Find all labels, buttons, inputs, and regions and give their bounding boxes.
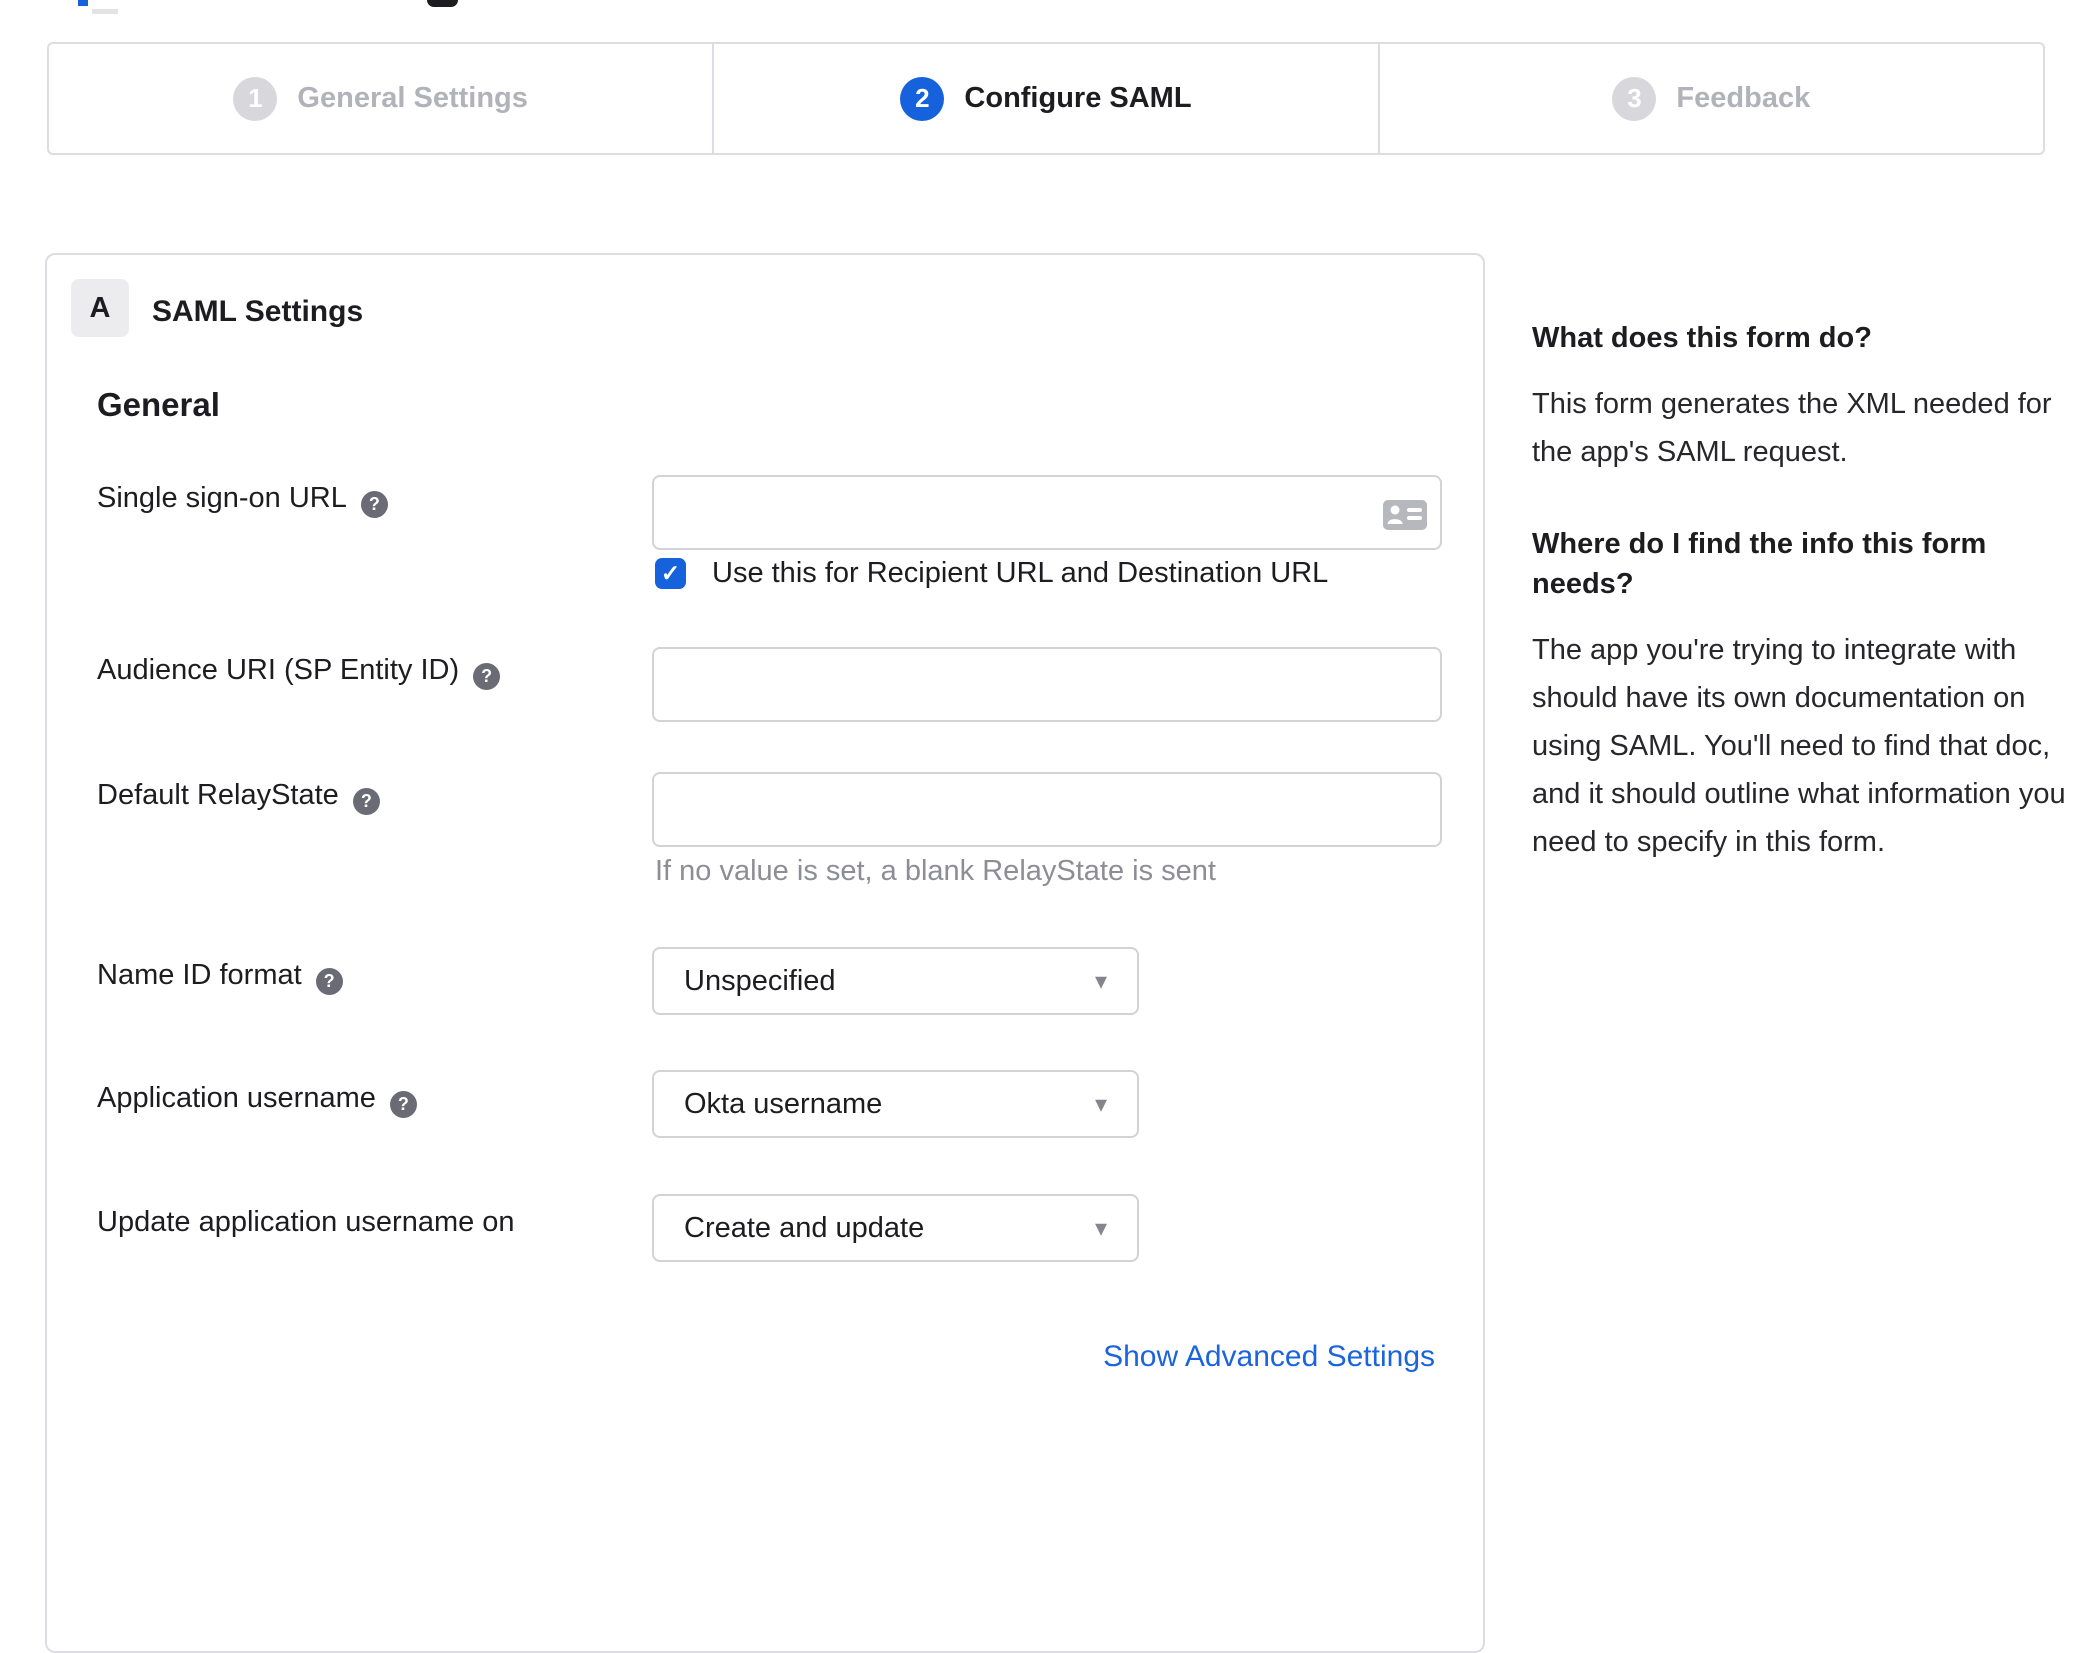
select-value: Unspecified [684, 964, 836, 997]
default-relaystate-label: Default RelayState? [97, 779, 380, 815]
relaystate-hint: If no value is set, a blank RelayState i… [655, 855, 1216, 887]
sidebar-heading-where: Where do I find the info this form needs… [1532, 528, 1987, 600]
help-icon[interactable]: ? [360, 491, 388, 518]
checkmark-icon: ✓ [660, 560, 681, 586]
name-id-format-label: Name ID format? [97, 959, 343, 995]
update-application-username-select[interactable]: Create and update ▾ [652, 1194, 1139, 1262]
audience-uri-input[interactable] [652, 647, 1442, 722]
field-label-text: Update application username on [97, 1206, 515, 1238]
field-label-text: Name ID format [97, 959, 302, 991]
sidebar-heading-what: What does this form do? [1532, 322, 1872, 354]
step-number-badge: 3 [1612, 76, 1657, 121]
step-label: General Settings [297, 82, 528, 114]
step-general-settings[interactable]: 1 General Settings [49, 44, 712, 153]
recipient-url-checkbox-label: Use this for Recipient URL and Destinati… [712, 557, 1329, 589]
name-id-format-select[interactable]: Unspecified ▾ [652, 947, 1139, 1015]
group-heading-general: General [97, 386, 220, 423]
update-application-username-label: Update application username on [97, 1206, 515, 1239]
help-icon[interactable]: ? [473, 663, 501, 690]
help-icon[interactable]: ? [389, 1091, 417, 1118]
step-number-badge: 2 [900, 76, 945, 121]
saml-settings-card: A SAML Settings General Single sign-on U… [45, 253, 1485, 1653]
field-label-text: Audience URI (SP Entity ID) [97, 654, 460, 686]
default-relaystate-input[interactable] [652, 772, 1442, 847]
help-icon[interactable]: ? [315, 968, 343, 995]
audience-uri-label: Audience URI (SP Entity ID)? [97, 654, 501, 690]
step-label: Configure SAML [964, 82, 1192, 114]
field-label-text: Single sign-on URL [97, 482, 347, 514]
help-icon[interactable]: ? [352, 788, 380, 815]
step-feedback[interactable]: 3 Feedback [1377, 44, 2043, 153]
step-label: Feedback [1676, 82, 1811, 114]
cutoff-logo-fragment [427, 0, 458, 7]
chevron-down-icon: ▾ [1094, 967, 1107, 995]
step-configure-saml[interactable]: 2 Configure SAML [712, 44, 1377, 153]
chevron-down-icon: ▾ [1094, 1214, 1107, 1242]
application-username-label: Application username? [97, 1082, 417, 1118]
show-advanced-settings-link[interactable]: Show Advanced Settings [1103, 1340, 1435, 1374]
section-title: SAML Settings [152, 295, 364, 328]
single-sign-on-url-label: Single sign-on URL? [97, 482, 388, 518]
application-username-select[interactable]: Okta username ▾ [652, 1070, 1139, 1138]
single-sign-on-url-input[interactable] [652, 475, 1442, 550]
sidebar-body-what: This form generates the XML needed for t… [1532, 388, 2052, 468]
recipient-url-checkbox[interactable]: ✓ [655, 558, 686, 589]
wizard-stepper: 1 General Settings 2 Configure SAML 3 Fe… [47, 42, 2045, 155]
cutoff-header-fragment [92, 9, 118, 14]
contact-card-autofill-icon[interactable] [1382, 499, 1428, 531]
field-label-text: Default RelayState [97, 779, 339, 811]
help-sidebar: What does this form do? This form genera… [1532, 318, 2080, 866]
select-value: Okta username [684, 1087, 883, 1120]
recipient-url-checkbox-row: ✓ Use this for Recipient URL and Destina… [655, 557, 1328, 590]
section-badge-a: A [71, 279, 129, 337]
step-number-badge: 1 [233, 76, 278, 121]
cutoff-tab-underline-fragment [78, 0, 88, 6]
sidebar-body-where: The app you're trying to integrate with … [1532, 634, 2066, 858]
chevron-down-icon: ▾ [1094, 1090, 1107, 1118]
select-value: Create and update [684, 1211, 925, 1244]
field-label-text: Application username [97, 1082, 376, 1114]
